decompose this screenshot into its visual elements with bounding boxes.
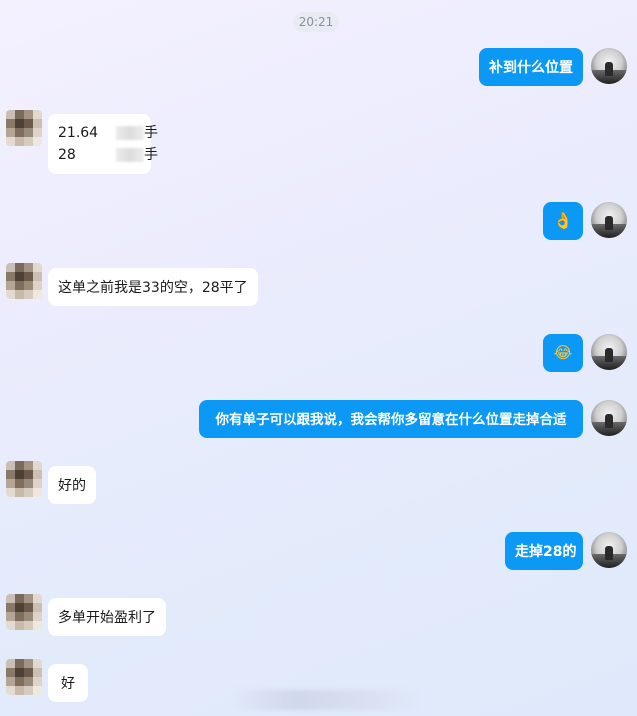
message-bubble-incoming[interactable]: 21.64 手 28 手 bbox=[48, 114, 158, 174]
my-avatar[interactable] bbox=[591, 400, 627, 436]
lot-unit: 手 bbox=[144, 147, 158, 163]
ok-hand-emoji-icon: 👌 bbox=[553, 211, 573, 230]
friend-avatar[interactable] bbox=[6, 110, 42, 146]
my-avatar[interactable] bbox=[591, 532, 627, 568]
friend-avatar[interactable] bbox=[6, 594, 42, 630]
chat-panel: 20:21 补到什么位置 21.64 手 28 手 👌 这单之前我是33的空，28平… bbox=[0, 0, 637, 716]
price-value: 28 bbox=[58, 147, 76, 163]
message-bubble-incoming[interactable]: 好的 bbox=[48, 466, 96, 504]
friend-avatar[interactable] bbox=[6, 263, 42, 299]
redacted-text bbox=[116, 126, 144, 140]
message-bubble-incoming[interactable]: 多单开始盈利了 bbox=[48, 598, 166, 636]
message-bubble-incoming[interactable]: 好 bbox=[48, 664, 88, 702]
obscured-region bbox=[232, 690, 422, 710]
my-avatar[interactable] bbox=[591, 334, 627, 370]
message-line: 21.64 手 bbox=[58, 122, 158, 144]
friend-avatar[interactable] bbox=[6, 659, 42, 695]
message-timestamp: 20:21 bbox=[293, 12, 339, 32]
price-value: 21.64 bbox=[58, 125, 99, 141]
my-avatar[interactable] bbox=[591, 202, 627, 238]
message-bubble-outgoing[interactable]: 补到什么位置 bbox=[479, 48, 583, 86]
tears-of-joy-emoji-icon: 😂 bbox=[553, 343, 573, 362]
message-bubble-incoming[interactable]: 这单之前我是33的空，28平了 bbox=[48, 268, 258, 306]
friend-avatar[interactable] bbox=[6, 461, 42, 497]
redacted-text bbox=[116, 148, 144, 162]
message-bubble-outgoing[interactable]: 你有单子可以跟我说，我会帮你多留意在什么位置走掉合适 bbox=[199, 400, 583, 438]
my-avatar[interactable] bbox=[591, 48, 627, 84]
message-line: 28 手 bbox=[58, 144, 158, 166]
lot-unit: 手 bbox=[144, 125, 158, 141]
message-bubble-outgoing[interactable]: 😂 bbox=[543, 334, 583, 372]
message-bubble-outgoing[interactable]: 走掉28的 bbox=[505, 532, 583, 570]
message-bubble-outgoing[interactable]: 👌 bbox=[543, 202, 583, 240]
